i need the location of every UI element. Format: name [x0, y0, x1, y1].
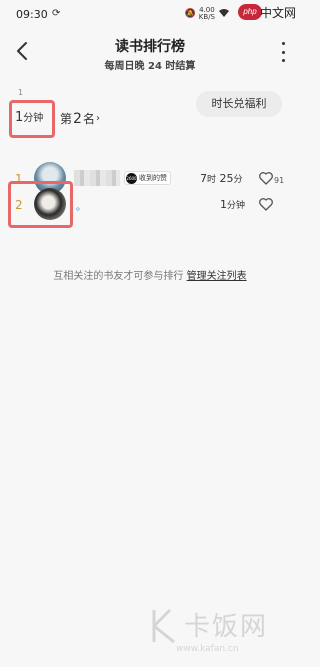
time-minutes-unit: 分 [233, 175, 243, 185]
rank-suffix: 名 [82, 112, 95, 126]
status-indicators: 🔕 4.00 KB/S [185, 7, 230, 21]
blurred-username [74, 170, 120, 186]
footer-note: 互相关注的书友才可参与排行 管理关注列表 [0, 267, 300, 282]
status-time: 09:30 [16, 8, 48, 21]
time-hours: 7 [200, 172, 207, 185]
time-minutes: 25 [219, 172, 234, 185]
php-logo: php [238, 4, 262, 20]
rank-prefix: 第 [60, 112, 73, 126]
reading-time: 1分钟 [220, 198, 245, 211]
mute-icon: 🔕 [184, 9, 196, 19]
manage-following-link[interactable]: 管理关注列表 [187, 271, 247, 282]
heart-icon[interactable] [258, 170, 274, 186]
page-subtitle: 每周日晚 24 时结算 [104, 61, 196, 72]
avatar[interactable] [34, 188, 66, 220]
likes-badge: 2600 收到的赞 [124, 171, 171, 185]
rank-number: 2 [15, 198, 23, 212]
time-minutes: 1 [220, 198, 227, 211]
reading-time: 7时 25分 [200, 172, 243, 185]
like-count: 91 [274, 176, 285, 185]
my-reading-time: 1分钟 [15, 109, 43, 125]
more-options-button[interactable] [278, 42, 288, 62]
watermark-url: www.kafan.cn [176, 644, 239, 654]
heart-icon[interactable] [258, 196, 274, 212]
page-title: 读书排行榜 [115, 39, 185, 55]
rank-value: 2 [73, 110, 82, 127]
badge-text: 收到的赞 [139, 174, 167, 182]
my-time-unit: 分钟 [23, 113, 44, 124]
watermark: 卡饭网 www.kafan.cn [146, 604, 296, 660]
more-dot-icon [281, 59, 285, 62]
redeem-rewards-button[interactable]: 时长兑福利 [196, 91, 282, 117]
wifi-icon [218, 8, 230, 21]
chevron-right-icon: › [95, 113, 100, 124]
more-dot-icon [281, 50, 285, 54]
time-hours-unit: 时 [207, 175, 217, 185]
watermark-logo-icon [152, 608, 175, 644]
time-minutes-unit: 分钟 [227, 201, 246, 211]
php-site-name: 中文网 [259, 6, 296, 20]
badge-logo-icon: 2600 [126, 172, 137, 184]
footer-note-text: 互相关注的书友才可参与排行 [53, 271, 184, 282]
my-rank-link[interactable]: 第 2 名 › [60, 110, 100, 127]
more-dot-icon [281, 42, 285, 45]
username: 。 [76, 202, 86, 213]
speed-unit: KB/S [198, 13, 215, 21]
network-speed: 4.00 KB/S [199, 7, 215, 21]
rank-small-label: 1 [18, 88, 24, 97]
watermark-text: 卡饭网 [184, 612, 269, 642]
list-item[interactable]: 2 。 1分钟 [0, 186, 300, 226]
sync-icon: ⟳ [52, 8, 61, 19]
